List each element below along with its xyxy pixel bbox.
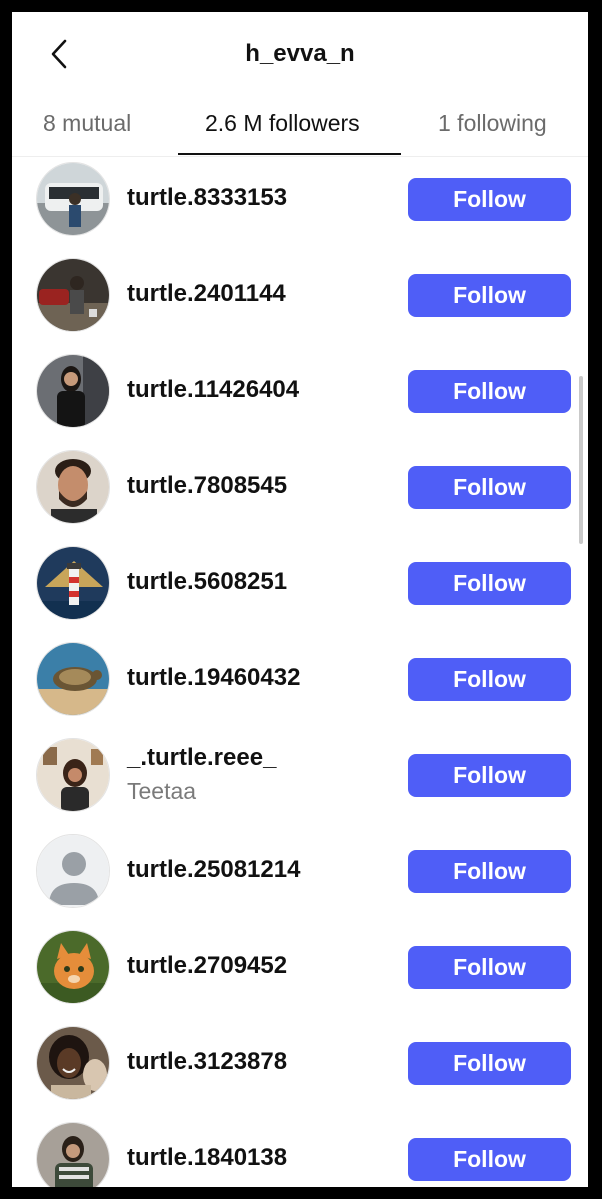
list-item: turtle.3123878 Follow <box>12 1020 588 1116</box>
display-name: Teetaa <box>127 778 197 804</box>
list-item: turtle.2401144 Follow <box>12 252 588 348</box>
list-item: turtle.19460432 Follow <box>12 636 588 732</box>
follow-button[interactable]: Follow <box>408 850 571 893</box>
username[interactable]: turtle.25081214 <box>127 856 300 884</box>
list-item: turtle.11426404 Follow <box>12 348 588 444</box>
follow-button[interactable]: Follow <box>408 1138 571 1181</box>
active-tab-indicator <box>178 153 401 155</box>
avatar[interactable] <box>36 1122 110 1187</box>
avatar[interactable] <box>36 354 110 428</box>
follow-button[interactable]: Follow <box>408 562 571 605</box>
follow-button[interactable]: Follow <box>408 946 571 989</box>
list-item: turtle.7808545 Follow <box>12 444 588 540</box>
person-icon <box>37 835 109 907</box>
list-item: turtle.1840138 Follow <box>12 1116 588 1187</box>
username[interactable]: turtle.8333153 <box>127 184 287 212</box>
avatar[interactable] <box>36 930 110 1004</box>
username[interactable]: turtle.11426404 <box>127 376 299 404</box>
username[interactable]: turtle.2401144 <box>127 280 286 308</box>
avatar[interactable] <box>36 258 110 332</box>
list-item: turtle.8333153 Follow <box>12 156 588 252</box>
avatar[interactable] <box>36 642 110 716</box>
list-item: turtle.2709452 Follow <box>12 924 588 1020</box>
avatar[interactable] <box>36 738 110 812</box>
followers-screen: h_evva_n 8 mutual 2.6 M followers 1 foll… <box>12 12 588 1187</box>
header: h_evva_n <box>12 12 588 108</box>
list-item: turtle.25081214 Follow <box>12 828 588 924</box>
username[interactable]: turtle.7808545 <box>127 472 287 500</box>
list-item: turtle.5608251 Follow <box>12 540 588 636</box>
avatar[interactable] <box>36 450 110 524</box>
follow-button[interactable]: Follow <box>408 274 571 317</box>
page-title: h_evva_n <box>245 40 355 67</box>
follow-button[interactable]: Follow <box>408 178 571 221</box>
avatar[interactable] <box>36 162 110 236</box>
tab-bar: 8 mutual 2.6 M followers 1 following <box>12 108 588 157</box>
scrollbar[interactable] <box>579 376 583 544</box>
follow-button[interactable]: Follow <box>408 754 571 797</box>
username[interactable]: turtle.5608251 <box>127 568 287 596</box>
follow-button[interactable]: Follow <box>408 658 571 701</box>
username[interactable]: turtle.19460432 <box>127 664 300 692</box>
username[interactable]: turtle.2709452 <box>127 952 287 980</box>
follow-button[interactable]: Follow <box>408 1042 571 1085</box>
tab-following[interactable]: 1 following <box>438 110 547 137</box>
tab-followers[interactable]: 2.6 M followers <box>205 110 360 137</box>
username[interactable]: turtle.1840138 <box>127 1144 287 1172</box>
username[interactable]: turtle.3123878 <box>127 1048 287 1076</box>
list-item: _.turtle.reee_ Teetaa Follow <box>12 732 588 828</box>
tab-mutual[interactable]: 8 mutual <box>43 110 131 137</box>
default-avatar[interactable] <box>36 834 110 908</box>
follow-button[interactable]: Follow <box>408 370 571 413</box>
username[interactable]: _.turtle.reee_ <box>127 744 276 772</box>
avatar[interactable] <box>36 1026 110 1100</box>
follow-button[interactable]: Follow <box>408 466 571 509</box>
avatar[interactable] <box>36 546 110 620</box>
